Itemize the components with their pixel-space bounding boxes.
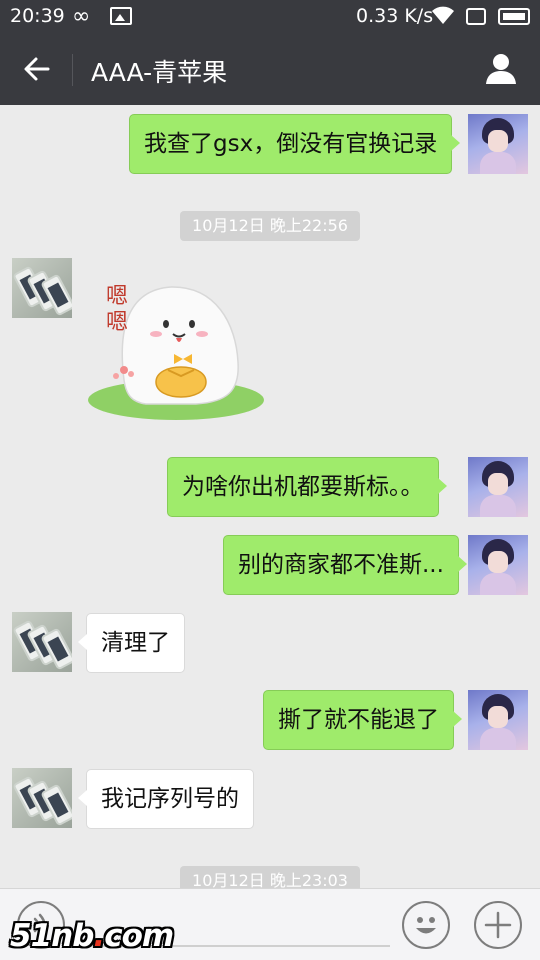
message-bubble-outgoing[interactable]: 为啥你出机都要斯标。。 [167, 457, 446, 517]
gallery-icon [110, 7, 132, 25]
message-bubble-outgoing[interactable]: 我查了gsx，倒没有官换记录 [129, 114, 461, 174]
message-bubble-incoming[interactable]: 我记序列号的 [78, 769, 254, 829]
watermark-part2: com [104, 918, 174, 954]
contact-avatar[interactable] [12, 612, 72, 672]
contact-avatar[interactable] [12, 258, 72, 318]
header-divider [72, 54, 73, 86]
sticker-text: 嗯嗯 [106, 284, 129, 335]
screen-icon [466, 8, 486, 25]
message-bubble-outgoing[interactable]: 别的商家都不准斯... [223, 535, 467, 595]
arrow-left-icon[interactable] [22, 54, 52, 84]
sticker-message[interactable]: 嗯嗯 [86, 262, 266, 424]
status-time: 20:39 [10, 5, 65, 27]
chat-title: AAA-青苹果 [91, 58, 228, 87]
site-watermark: 51nb.com [10, 918, 174, 954]
status-bar: 20:39 ∞ 0.33 K/s [0, 0, 540, 34]
wifi-icon [430, 4, 456, 32]
plus-icon[interactable] [474, 901, 522, 949]
my-avatar[interactable] [468, 690, 528, 750]
watermark-part1: 51nb [10, 918, 94, 954]
infinity-icon: ∞ [72, 4, 91, 29]
person-icon[interactable] [484, 52, 518, 86]
contact-avatar[interactable] [12, 768, 72, 828]
emoji-icon[interactable] [402, 901, 450, 949]
chat-header: AAA-青苹果 [0, 34, 540, 105]
my-avatar[interactable] [468, 457, 528, 517]
network-speed: 0.33 K/s [356, 5, 434, 27]
my-avatar[interactable] [468, 114, 528, 174]
watermark-dot: . [93, 918, 105, 954]
message-bubble-outgoing[interactable]: 撕了就不能退了 [263, 690, 462, 750]
message-bubble-incoming[interactable]: 清理了 [78, 613, 185, 673]
my-avatar[interactable] [468, 535, 528, 595]
battery-icon [498, 8, 530, 25]
timestamp: 10月12日 晚上22:56 [180, 211, 360, 241]
